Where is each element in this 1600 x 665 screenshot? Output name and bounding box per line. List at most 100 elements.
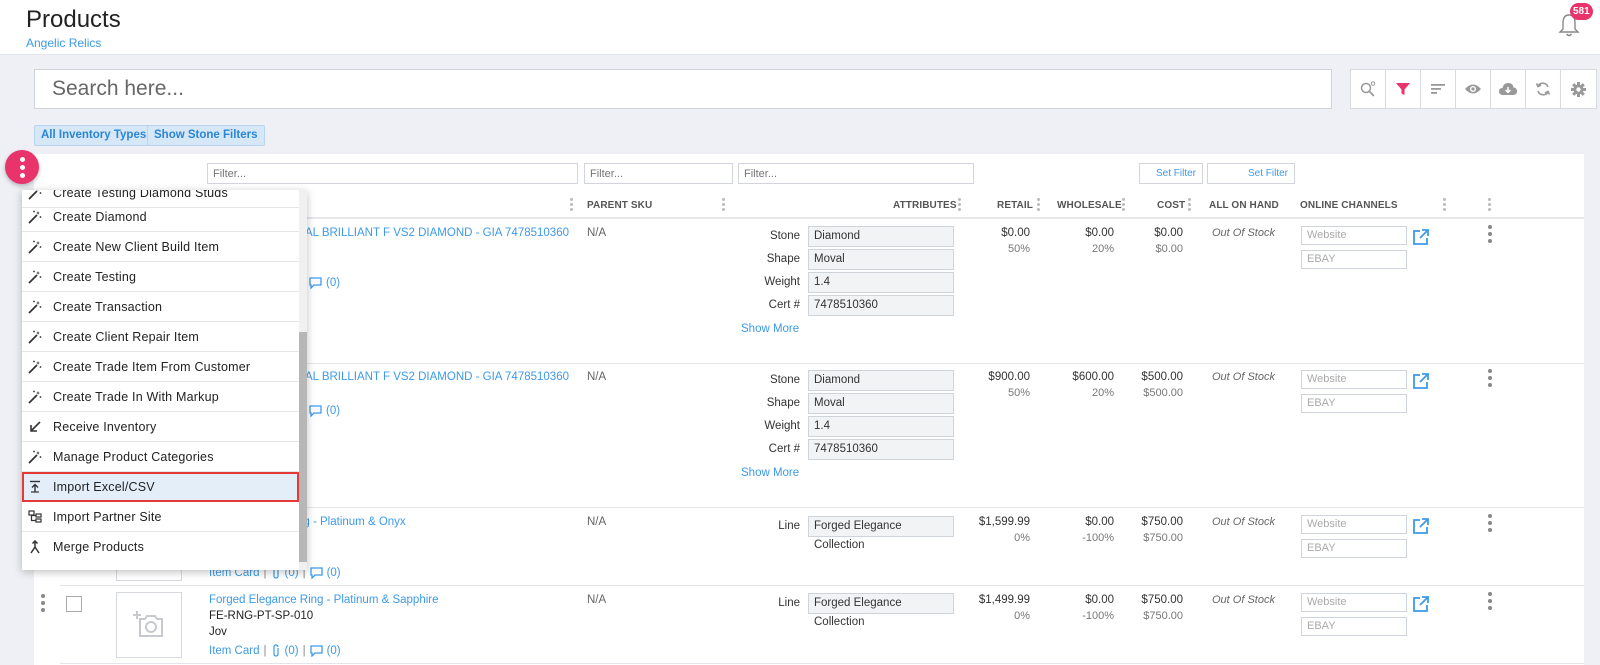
search-settings-button[interactable] [1351,70,1386,108]
comment-icon[interactable] [309,644,323,657]
menu-item-receive-inventory[interactable]: Receive Inventory [22,412,299,442]
stock-status: Out Of Stock [1212,594,1275,606]
product-title-link[interactable]: ng - Platinum & Onyx [297,516,406,528]
comment-icon[interactable] [309,566,323,579]
row-actions-menu[interactable] [1488,225,1494,246]
view-button[interactable] [1456,70,1491,108]
row-checkbox[interactable] [66,596,82,612]
actions-fab-button[interactable] [5,150,39,184]
channel-ebay[interactable]: EBAY [1301,394,1407,413]
download-button[interactable] [1491,70,1526,108]
paperclip-icon[interactable] [271,644,281,657]
all-inventory-types-chip[interactable]: All Inventory Types [34,125,154,146]
col-parent-sku[interactable]: PARENT SKU [587,200,652,211]
attr-value: Diamond [808,370,954,391]
channel-website[interactable]: Website [1301,226,1407,245]
row-drag-handle[interactable] [41,594,47,615]
attr-label: Line [778,597,800,609]
menu-item-create-trade-in-with-markup[interactable]: Create Trade In With Markup [22,382,299,412]
col-resize-handle[interactable] [1188,198,1192,212]
col-resize-handle[interactable] [570,198,574,212]
menu-item-manage-product-categories[interactable]: Manage Product Categories [22,442,299,472]
filter-button[interactable] [1386,70,1421,108]
col-resize-handle[interactable] [1122,198,1126,212]
channel-ebay[interactable]: EBAY [1301,250,1407,269]
attachments-count[interactable]: (0) [285,645,299,657]
menu-item-label: Create New Client Build Item [53,239,220,254]
comments-count[interactable]: (0) [326,405,340,417]
menu-item-label: Create Testing Diamond Studs [53,190,228,200]
col-resize-handle[interactable] [958,198,962,212]
product-title-link[interactable]: AL BRILLIANT F VS2 DIAMOND - GIA 7478510… [305,227,569,239]
menu-item-merge-products[interactable]: Merge Products [22,532,299,562]
retail-margin: 0% [1014,610,1030,622]
col-wholesale[interactable]: WHOLESALE [1057,200,1122,211]
channel-website[interactable]: Website [1301,593,1407,612]
parent-sku-filter-input[interactable] [584,163,733,184]
comments-count[interactable]: (0) [326,277,340,289]
menu-item-create-client-repair-item[interactable]: Create Client Repair Item [22,322,299,352]
col-retail[interactable]: RETAIL [997,200,1033,211]
attr-label: Weight [764,276,800,288]
cost-price: $500.00 [1141,371,1183,383]
comment-icon[interactable] [309,277,322,289]
col-all-on-hand[interactable]: ALL ON HAND [1209,200,1279,211]
product-brand: Jov [209,626,227,638]
col-online-channels[interactable]: ONLINE CHANNELS [1300,200,1398,211]
channel-website[interactable]: Website [1301,515,1407,534]
wholesale-margin: -100% [1082,532,1114,544]
col-attributes[interactable]: ATTRIBUTES [893,200,957,211]
external-link-icon[interactable] [1412,517,1430,535]
menu-item-create-new-client-build-item[interactable]: Create New Client Build Item [22,232,299,262]
product-photo-placeholder[interactable] [116,592,182,658]
menu-item-create-trade-item-from-customer[interactable]: Create Trade Item From Customer [22,352,299,382]
retail-set-filter[interactable]: Set Filter [1139,163,1203,184]
row-links: (0) [309,405,340,417]
row-actions-menu[interactable] [1488,592,1494,613]
col-resize-handle[interactable] [722,198,726,212]
col-resize-handle[interactable] [1443,198,1447,212]
comment-icon[interactable] [309,405,322,417]
attributes-filter-input[interactable] [738,163,974,184]
product-title-link[interactable]: Forged Elegance Ring - Platinum & Sapphi… [209,594,439,606]
search-input[interactable] [35,70,1331,108]
item-card-link[interactable]: Item Card [209,645,260,657]
menu-item-label: Receive Inventory [53,419,157,434]
retail-margin: 50% [1007,387,1030,399]
show-more-link[interactable]: Show More [741,467,799,479]
channel-ebay[interactable]: EBAY [1301,539,1407,558]
upload-icon [27,479,43,495]
show-more-link[interactable]: Show More [741,323,799,335]
row-actions-menu[interactable] [1488,369,1494,390]
row-actions-menu[interactable] [1488,514,1494,535]
wholesale-set-filter[interactable]: Set Filter [1207,163,1295,184]
menu-scrollbar-thumb[interactable] [299,332,307,562]
menu-item-create-diamond[interactable]: Create Diamond [22,202,299,232]
channel-website[interactable]: Website [1301,370,1407,389]
menu-item-import-excel-csv[interactable]: Import Excel/CSV [22,472,299,502]
external-link-icon[interactable] [1412,372,1430,390]
menu-item-create-transaction[interactable]: Create Transaction [22,292,299,322]
external-link-icon[interactable] [1412,595,1430,613]
parent-sku: N/A [587,516,607,528]
row-links: (0) [309,277,340,289]
col-cost[interactable]: COST [1157,200,1185,211]
search-box[interactable] [34,69,1332,109]
settings-button[interactable] [1561,70,1596,108]
title-filter-input[interactable] [207,163,578,184]
col-resize-handle[interactable] [1488,198,1492,212]
external-link-icon[interactable] [1412,228,1430,246]
arrow-down-left-icon [27,419,43,435]
comments-count[interactable]: (0) [327,567,341,579]
menu-item-create-testing[interactable]: Create Testing [22,262,299,292]
store-name-link[interactable]: Angelic Relics [26,36,101,50]
sort-button[interactable] [1421,70,1456,108]
comments-count[interactable]: (0) [327,645,341,657]
col-resize-handle[interactable] [1037,198,1041,212]
sync-button[interactable] [1526,70,1561,108]
channel-ebay[interactable]: EBAY [1301,617,1407,636]
attr-value: 7478510360 [808,295,954,316]
show-stone-filters-chip[interactable]: Show Stone Filters [147,125,265,146]
product-title-link[interactable]: AL BRILLIANT F VS2 DIAMOND - GIA 7478510… [305,371,569,383]
menu-item-import-partner-site[interactable]: Import Partner Site [22,502,299,532]
